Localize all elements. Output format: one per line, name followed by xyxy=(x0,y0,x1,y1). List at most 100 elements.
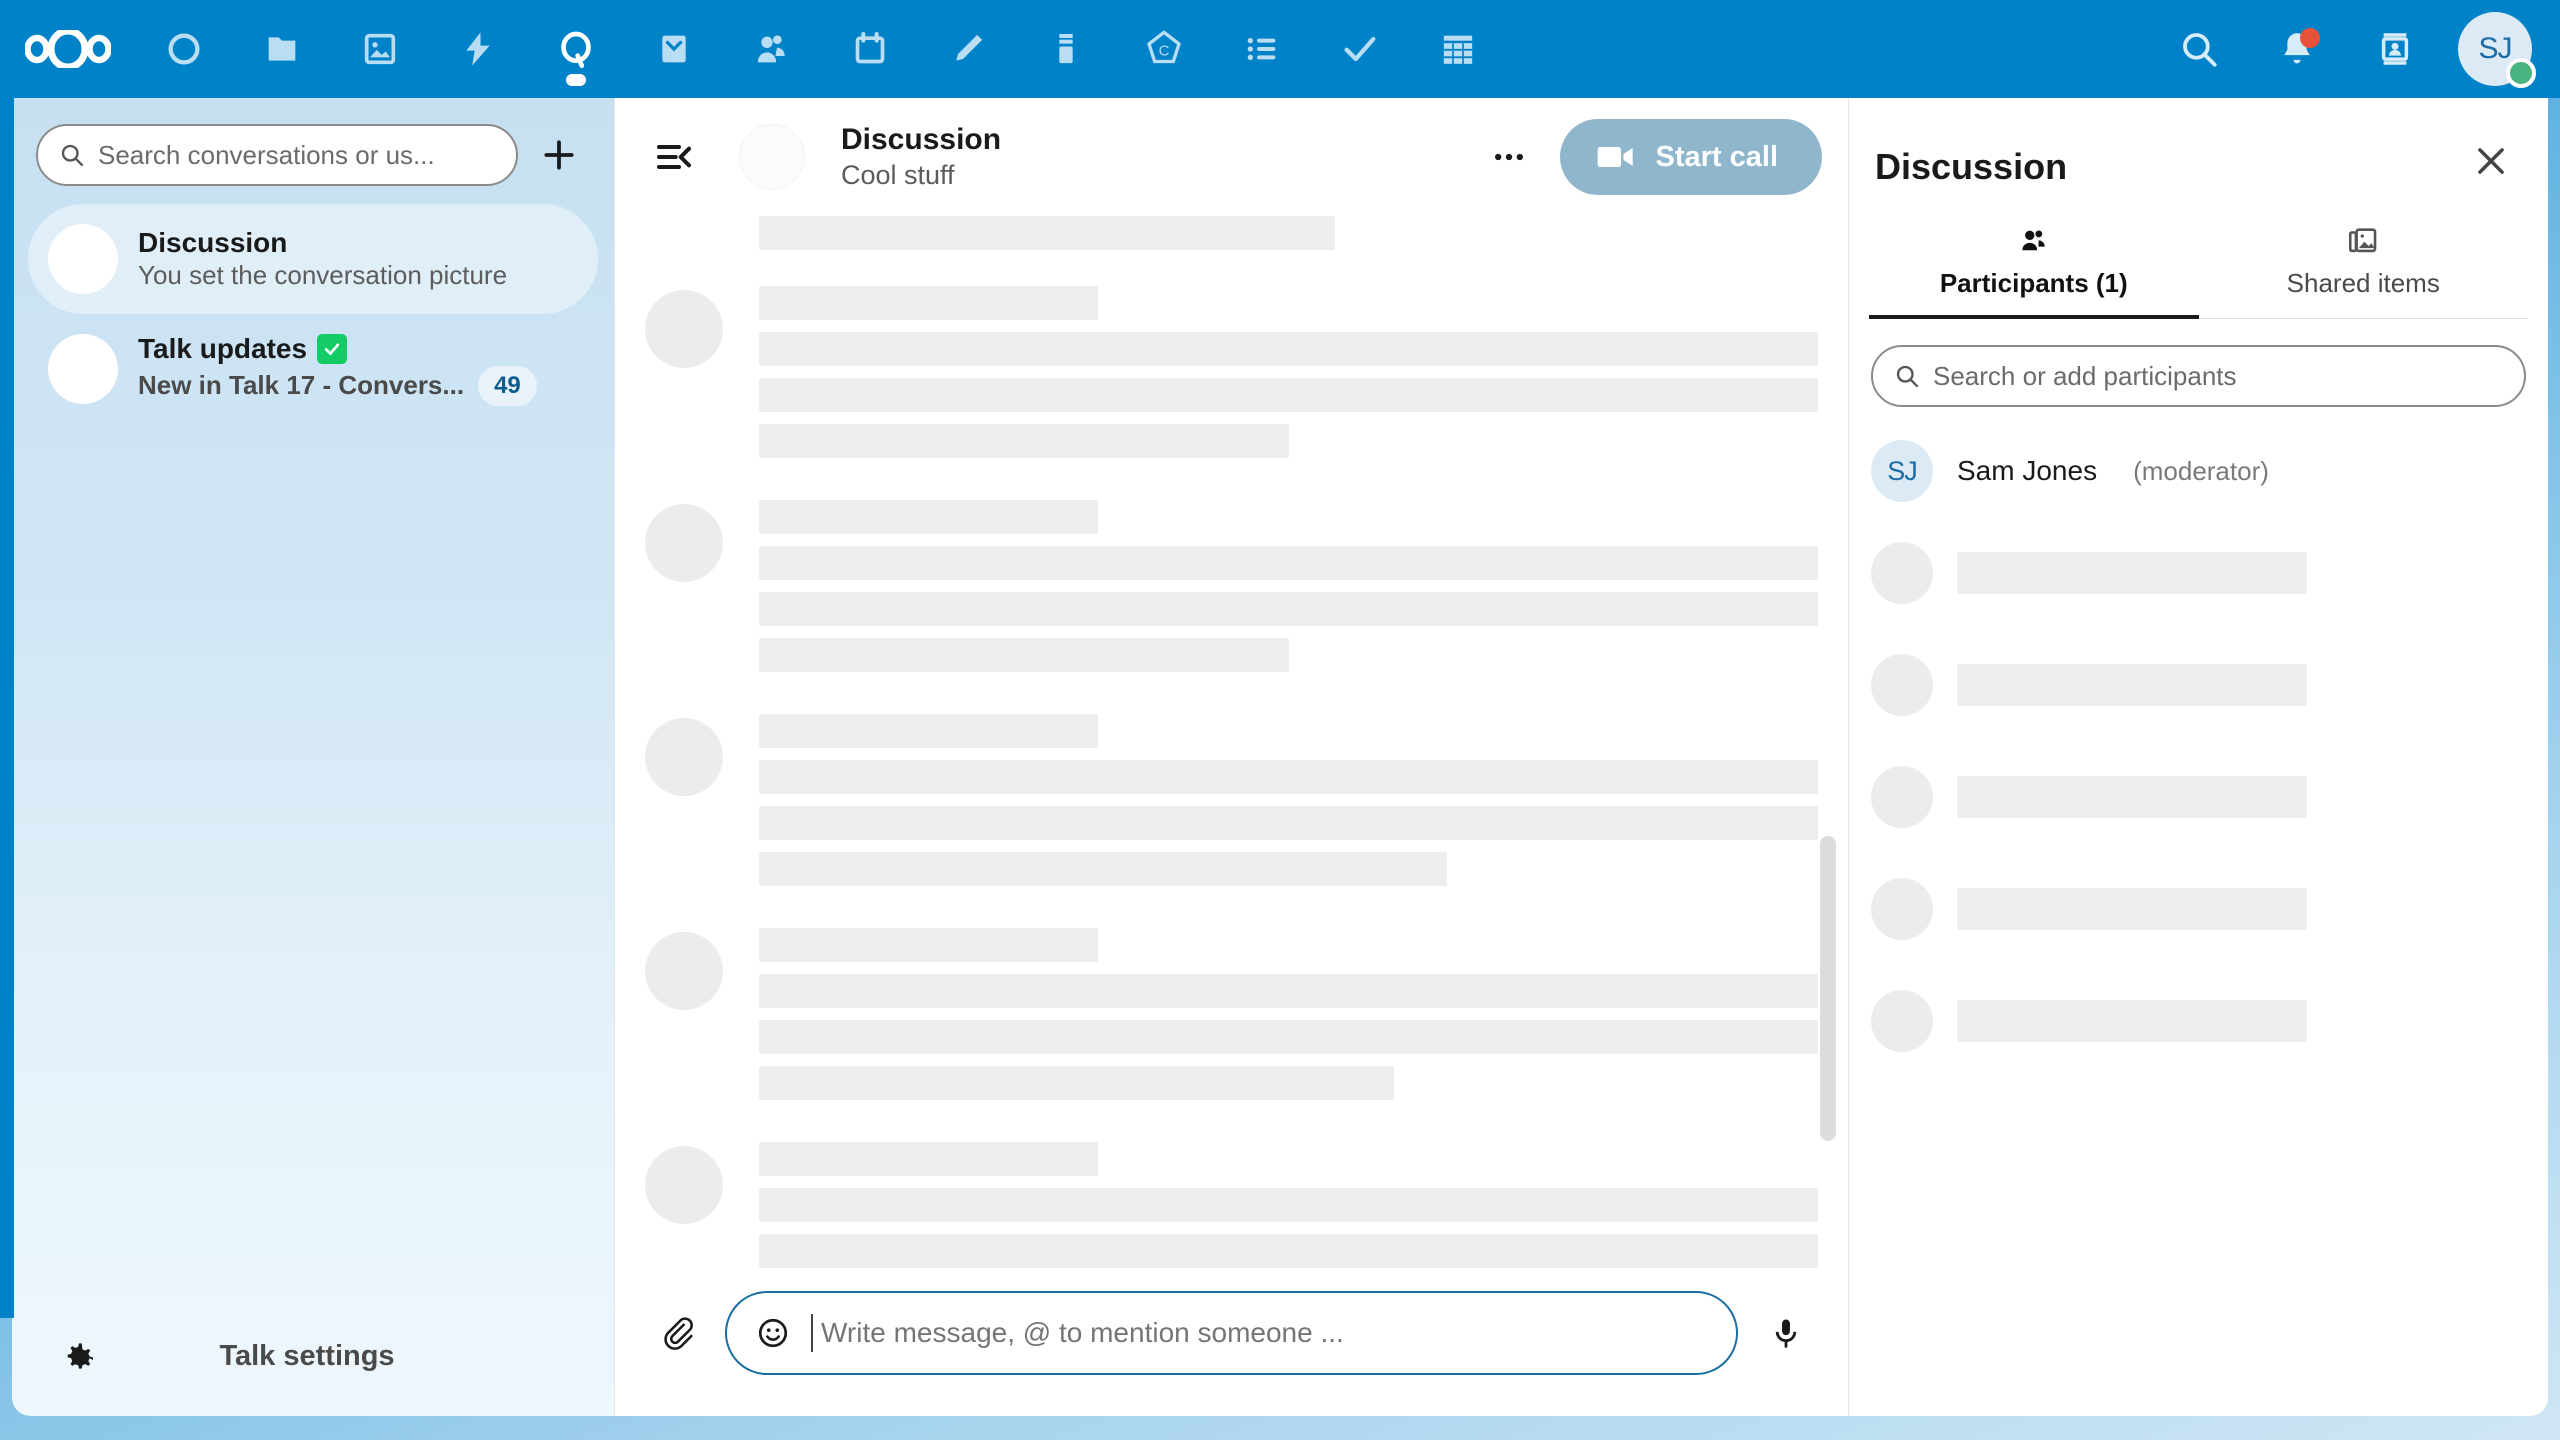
nav-app-deck[interactable] xyxy=(1017,0,1115,98)
skeleton-bar xyxy=(1957,1000,2307,1042)
chat-title: Discussion xyxy=(841,123,1002,157)
participant-skeleton xyxy=(1871,629,2526,741)
search-participants-input[interactable] xyxy=(1871,345,2526,407)
microphone-icon[interactable] xyxy=(1752,1299,1820,1367)
conversation-title-text: Talk updates xyxy=(138,333,308,365)
skeleton-bar xyxy=(1957,552,2307,594)
chat-conversation-avatar[interactable] xyxy=(739,124,805,190)
conversation-title-text: Discussion xyxy=(138,226,288,258)
nav-app-files[interactable] xyxy=(233,0,331,98)
skeleton-bar xyxy=(759,928,1098,962)
contacts-menu-icon[interactable] xyxy=(2346,0,2444,98)
skeleton-avatar xyxy=(1871,542,1933,604)
message-skeleton-partial xyxy=(615,216,1818,250)
nav-app-mail[interactable] xyxy=(625,0,723,98)
nav-app-calendar[interactable] xyxy=(821,0,919,98)
dots-horizontal-icon xyxy=(1494,153,1523,161)
nav-app-photos[interactable] xyxy=(331,0,429,98)
conversation-title: Discussion xyxy=(138,226,578,259)
participant-skeleton xyxy=(1871,965,2526,1077)
nav-app-talk[interactable] xyxy=(527,0,625,98)
conversation-subtitle-row: New in Talk 17 - Convers... 49 xyxy=(138,365,578,406)
skeleton-bar xyxy=(1957,888,2307,930)
skeleton-bar xyxy=(759,1020,1818,1054)
nav-app-tasks[interactable] xyxy=(1213,0,1311,98)
skeleton-bar xyxy=(759,760,1818,794)
add-conversation-button[interactable] xyxy=(528,124,590,186)
chat-header: Discussion Cool stuff Start call xyxy=(615,98,1848,216)
notification-indicator-dot xyxy=(2300,28,2320,48)
emoji-smiley-icon[interactable] xyxy=(745,1305,801,1361)
message-input-box[interactable] xyxy=(725,1291,1738,1375)
tab-participants[interactable]: Participants (1) xyxy=(1869,216,2199,319)
search-conversations-field[interactable] xyxy=(98,139,496,171)
skeleton-bar xyxy=(759,332,1818,366)
skeleton-bar xyxy=(759,592,1818,626)
skeleton-bar xyxy=(759,1188,1818,1222)
plus-icon xyxy=(544,140,574,170)
skeleton-avatar xyxy=(645,504,723,582)
user-avatar-menu[interactable]: SJ xyxy=(2458,12,2536,88)
search-conversations-input[interactable] xyxy=(36,124,518,186)
search-participants-field[interactable] xyxy=(1933,360,2504,392)
participant-item[interactable]: SJ Sam Jones (moderator) xyxy=(1871,425,2526,517)
conversation-item-discussion[interactable]: Discussion You set the conversation pict… xyxy=(28,204,598,314)
nav-app-notes[interactable] xyxy=(919,0,1017,98)
skeleton-bar xyxy=(759,378,1818,412)
skeleton-avatar xyxy=(1871,878,1933,940)
close-icon[interactable] xyxy=(2460,130,2522,192)
skeleton-bar xyxy=(759,546,1818,580)
skeleton-avatar xyxy=(1871,990,1933,1052)
skeleton-avatar xyxy=(645,290,723,368)
nextcloud-logo[interactable] xyxy=(0,0,135,98)
shared-items-icon xyxy=(2349,228,2377,253)
nav-app-tables[interactable] xyxy=(1409,0,1507,98)
conversation-more-options-button[interactable] xyxy=(1478,126,1540,188)
skeleton-lines xyxy=(759,500,1818,672)
conversation-subtitle-row: You set the conversation picture xyxy=(138,259,578,293)
message-composer xyxy=(615,1268,1848,1416)
tab-shared-items[interactable]: Shared items xyxy=(2198,216,2528,319)
conversation-details-panel: Discussion Participants (1) Shared items… xyxy=(1848,98,2548,1416)
chat-description: Cool stuff xyxy=(841,159,955,190)
search-icon[interactable] xyxy=(2150,0,2248,98)
search-icon xyxy=(61,144,84,167)
nav-app-activity[interactable] xyxy=(429,0,527,98)
skeleton-bar xyxy=(759,1142,1098,1176)
chat-messages-loading-area xyxy=(615,216,1848,1268)
talk-settings-button[interactable]: Talk settings xyxy=(12,1296,614,1416)
start-call-button[interactable]: Start call xyxy=(1559,119,1822,195)
search-icon xyxy=(1896,365,1919,388)
nav-active-indicator xyxy=(566,74,586,86)
skeleton-lines xyxy=(759,928,1818,1100)
message-skeleton xyxy=(615,500,1818,672)
message-skeleton xyxy=(615,1142,1818,1268)
tab-participants-label: Participants (1) xyxy=(1939,268,2128,298)
message-input-field[interactable] xyxy=(811,1314,1720,1352)
collapse-sidebar-icon[interactable] xyxy=(643,126,705,188)
conversation-last-message: New in Talk 17 - Convers... xyxy=(138,369,465,400)
talk-settings-label: Talk settings xyxy=(219,1339,395,1372)
message-skeleton xyxy=(615,928,1818,1100)
chat-scrollbar[interactable] xyxy=(1820,836,1836,1141)
verified-check-badge-icon xyxy=(317,334,348,364)
nav-app-contacts[interactable] xyxy=(723,0,821,98)
tab-shared-items-label: Shared items xyxy=(2286,268,2440,298)
skeleton-bar xyxy=(759,852,1448,886)
conversation-last-message: You set the conversation picture xyxy=(138,259,508,290)
attach-file-icon[interactable] xyxy=(643,1299,711,1367)
conversation-avatar xyxy=(48,334,118,404)
skeleton-bar xyxy=(759,1066,1395,1100)
skeleton-avatar xyxy=(645,718,723,796)
participant-name: Sam Jones xyxy=(1957,455,2098,486)
gear-icon xyxy=(67,1343,93,1369)
skeleton-avatar xyxy=(1871,654,1933,716)
conversations-sidebar: Discussion You set the conversation pict… xyxy=(12,98,614,1416)
nav-app-dashboard[interactable] xyxy=(135,0,233,98)
nav-app-checkmark[interactable] xyxy=(1311,0,1409,98)
notifications-bell-icon[interactable] xyxy=(2248,0,2346,98)
skeleton-bar xyxy=(759,974,1818,1008)
message-skeleton xyxy=(615,286,1818,458)
nav-app-collectives[interactable]: C xyxy=(1115,0,1213,98)
conversation-item-talk-updates[interactable]: Talk updates New in Talk 17 - Convers...… xyxy=(28,314,598,424)
